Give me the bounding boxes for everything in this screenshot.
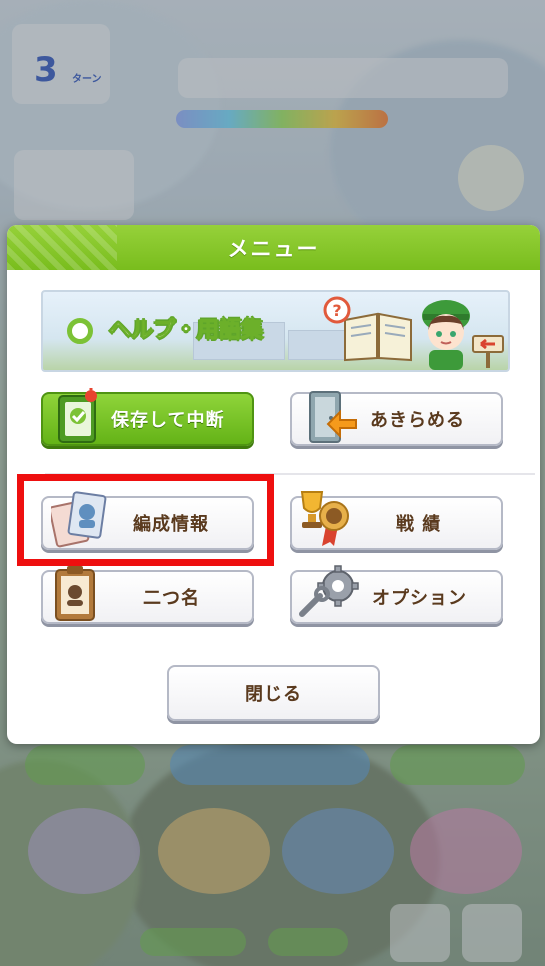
help-q-icon bbox=[67, 318, 93, 344]
menu-header: メニュー bbox=[7, 225, 540, 270]
svg-text:?: ? bbox=[332, 301, 341, 320]
trophy-medal-icon bbox=[300, 491, 349, 546]
formation-info-highlight bbox=[17, 474, 274, 566]
record-label: 戦 績 bbox=[396, 514, 442, 535]
gear-wrench-icon bbox=[299, 565, 359, 617]
exit-door-icon bbox=[309, 391, 357, 443]
options-label: オプション bbox=[372, 588, 467, 609]
nickname-button[interactable]: 二つ名 bbox=[41, 566, 254, 624]
options-button[interactable]: オプション bbox=[290, 565, 503, 624]
notebook-icon bbox=[58, 388, 97, 443]
close-label: 閉じる bbox=[245, 684, 302, 705]
give-up-label: あきらめる bbox=[370, 410, 465, 431]
banner-building bbox=[288, 330, 350, 360]
menu-title: メニュー bbox=[227, 236, 320, 261]
arrow-sign-icon bbox=[472, 335, 504, 368]
save-and-suspend-button[interactable]: 保存して中断 bbox=[41, 388, 254, 446]
clipboard-icon bbox=[55, 566, 95, 621]
give-up-button[interactable]: あきらめる bbox=[290, 391, 503, 446]
record-button[interactable]: 戦 績 bbox=[290, 491, 503, 550]
help-glossary-banner[interactable]: ヘルプ・用語集 ? bbox=[41, 290, 510, 372]
close-button[interactable]: 閉じる bbox=[167, 665, 380, 721]
question-bubble-icon: ? bbox=[323, 296, 351, 324]
header-stripes bbox=[7, 225, 117, 270]
save-and-suspend-label: 保存して中断 bbox=[111, 410, 225, 431]
open-book-icon bbox=[344, 312, 412, 362]
help-banner-label: ヘルプ・用語集 bbox=[108, 318, 264, 344]
nickname-label: 二つ名 bbox=[143, 588, 200, 609]
